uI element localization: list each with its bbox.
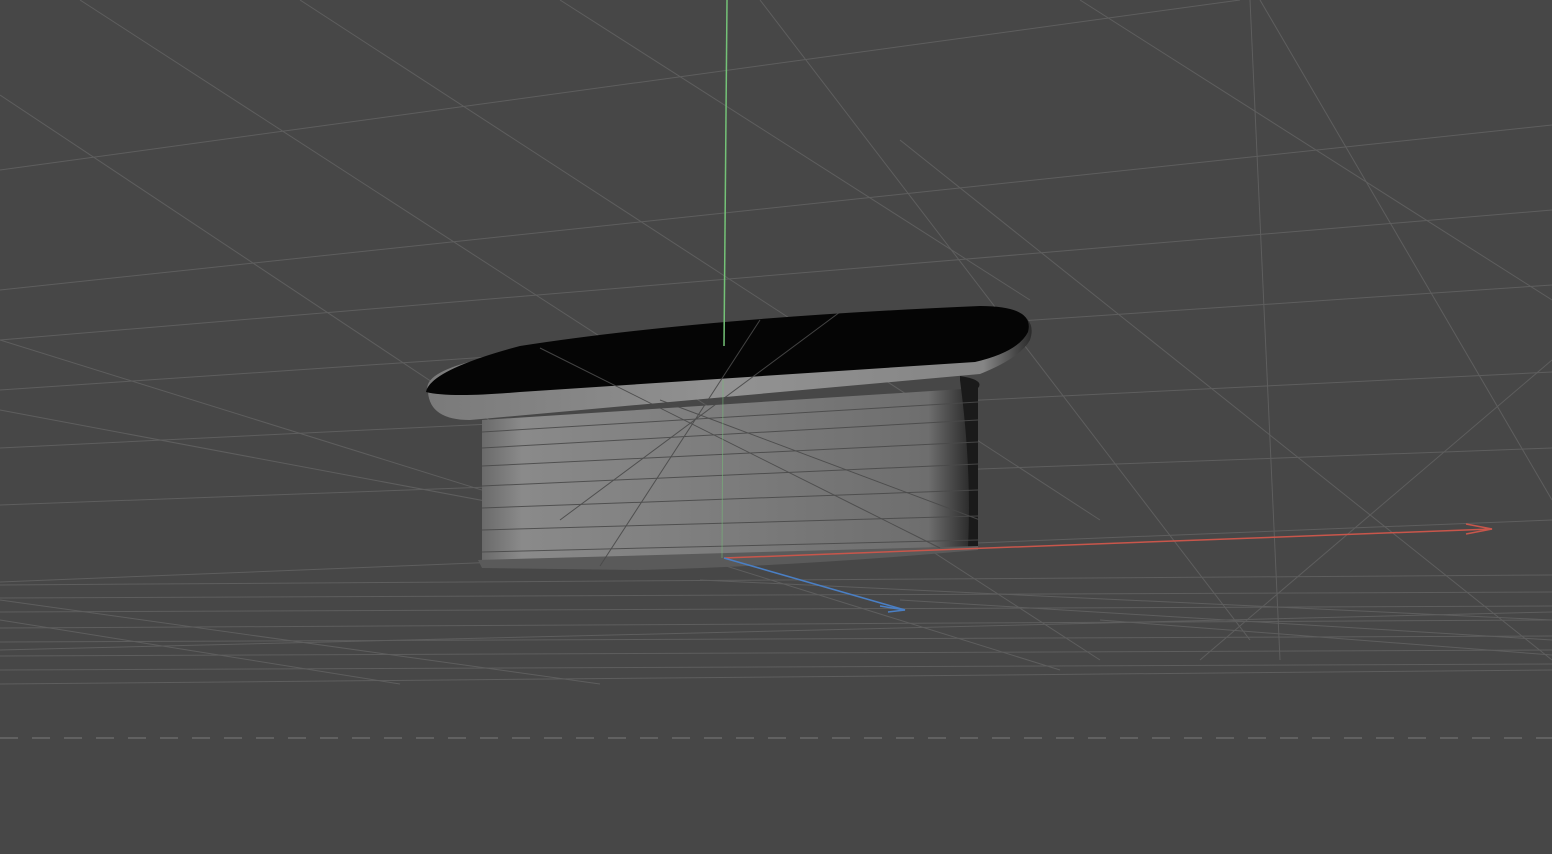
grid-line xyxy=(0,649,1552,657)
grid-line xyxy=(1079,0,1552,301)
grid-line xyxy=(0,0,1241,171)
viewport-canvas[interactable] xyxy=(0,0,1552,854)
grid-line xyxy=(0,669,1552,685)
grid-line xyxy=(1199,359,1552,661)
grid-line xyxy=(0,611,1552,651)
grid-line xyxy=(1259,0,1552,501)
grid-line xyxy=(1249,0,1281,661)
grid-line xyxy=(0,619,1552,629)
extruded-slot-object[interactable] xyxy=(426,306,1032,570)
grid-line xyxy=(0,591,1552,599)
grid-line xyxy=(0,663,1552,671)
z-axis-line xyxy=(723,557,906,611)
3d-viewport[interactable] xyxy=(0,0,1552,854)
object-side-face xyxy=(482,388,978,566)
grid-line xyxy=(0,619,401,685)
grid-line xyxy=(0,124,1552,291)
y-axis-line xyxy=(723,0,728,347)
